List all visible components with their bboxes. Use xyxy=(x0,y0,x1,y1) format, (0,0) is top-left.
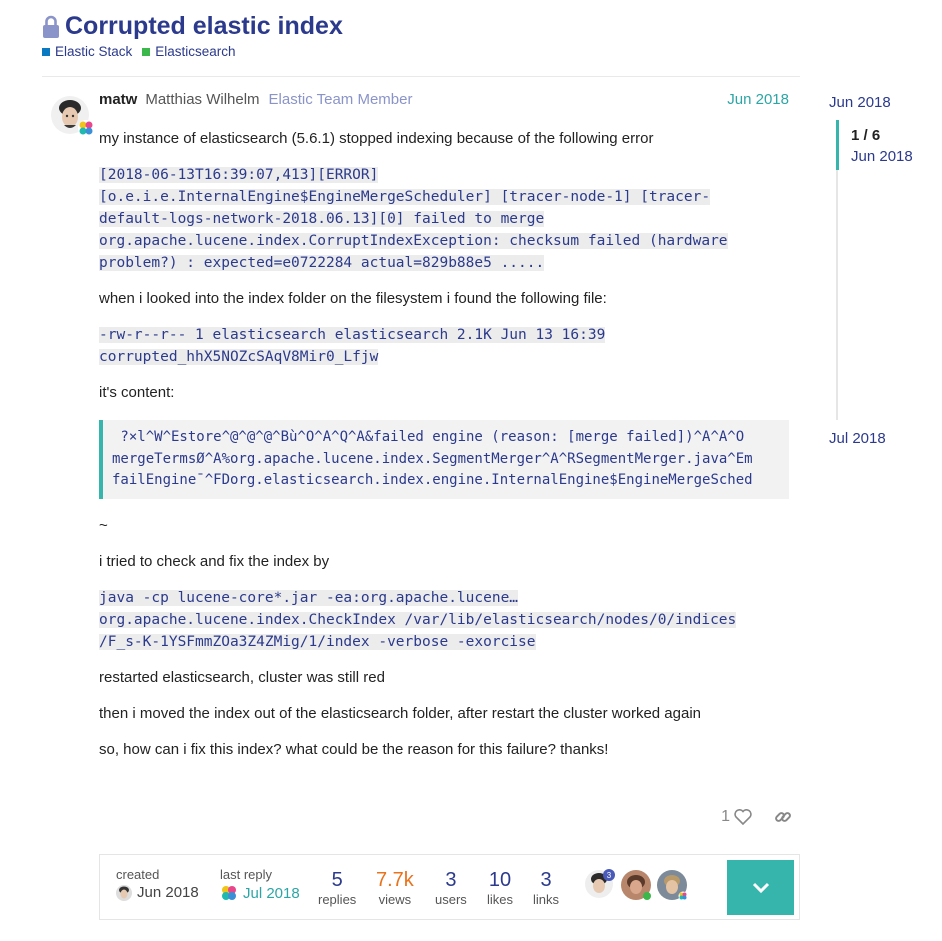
participant-post-count: 3 xyxy=(607,871,612,880)
post-paragraph: then i moved the index out of the elasti… xyxy=(99,704,701,722)
participant-avatar[interactable] xyxy=(620,869,652,901)
topic-map: created Jun 2018 last reply Jul 2018 5 r… xyxy=(99,854,800,920)
code-line: default-logs-network-2018.06.13][0] fail… xyxy=(99,211,545,227)
participant-avatar[interactable] xyxy=(656,869,688,901)
post-paragraph: my instance of elasticsearch (5.6.1) sto… xyxy=(99,130,654,147)
code-block[interactable]: ?×l^W^Estore^@^@^@^Bù^O^A^Q^A&failed eng… xyxy=(99,420,789,499)
lock-icon xyxy=(43,15,59,38)
stat-number: 3 xyxy=(540,869,552,891)
code-line: failEngine¯^FDorg.elasticsearch.index.en… xyxy=(112,472,753,488)
code-line: org.apache.lucene.index.CheckIndex /var/… xyxy=(99,611,737,628)
stat-replies[interactable]: 5 replies xyxy=(318,869,356,907)
link-icon[interactable] xyxy=(774,808,792,826)
participant-avatar[interactable]: 3 xyxy=(584,869,616,901)
post-paragraph: i tried to check and fix the index by xyxy=(99,552,330,570)
participant-avatars: 3 xyxy=(584,869,688,901)
stat-links[interactable]: 3 links xyxy=(533,869,559,907)
post-paragraph: restarted elasticsearch, cluster was sti… xyxy=(99,668,385,686)
code-line: -rw-r--r-- 1 elasticsearch elasticsearch… xyxy=(99,327,606,343)
timeline-end-date[interactable]: Jul 2018 xyxy=(829,430,886,447)
post-paragraph: so, how can i fix this index? what could… xyxy=(99,740,609,758)
category-elasticsearch[interactable]: Elasticsearch xyxy=(142,44,236,59)
stat-number: 3 xyxy=(445,869,457,891)
code-line: ?×l^W^Estore^@^@^@^Bù^O^A^Q^A&failed eng… xyxy=(112,429,745,445)
timeline-post-count: 1 / 6 xyxy=(851,127,881,144)
created-date: Jun 2018 xyxy=(137,884,199,901)
stat-label: links xyxy=(533,892,560,907)
post-body: my instance of elasticsearch (5.6.1) sto… xyxy=(99,128,789,775)
stat-number: 7.7k xyxy=(376,869,414,891)
category-label: Elastic Stack xyxy=(55,44,133,59)
stat-number: 10 xyxy=(488,869,512,891)
last-reply-info[interactable]: last reply Jul 2018 xyxy=(220,867,300,902)
created-label: created xyxy=(116,867,160,882)
elastic-logo-icon xyxy=(222,886,236,900)
last-reply-label: last reply xyxy=(220,867,273,882)
stat-likes[interactable]: 10 likes xyxy=(487,869,513,907)
category-color-square xyxy=(42,47,50,56)
timeline-current-date: Jun 2018 xyxy=(851,148,913,165)
code-line: problem?) : expected=e0722284 actual=829… xyxy=(99,255,545,271)
topic-tags: Elastic Stack Elasticsearch xyxy=(42,44,236,59)
username[interactable]: matw xyxy=(99,91,137,108)
code-line: corrupted_hhX5NOZcSAqV8Mir0_Lfjw xyxy=(99,349,379,365)
code-line: [2018-06-13T16:39:07,413][ERROR] xyxy=(99,167,379,183)
chevron-down-icon xyxy=(752,882,769,893)
post-header: matw Matthias Wilhelm Elastic Team Membe… xyxy=(99,91,789,108)
category-elastic-stack[interactable]: Elastic Stack xyxy=(42,44,132,59)
code-line: org.apache.lucene.index.CorruptIndexExce… xyxy=(99,233,728,249)
heart-icon xyxy=(734,809,752,825)
category-color-square xyxy=(142,47,151,56)
expand-topic-map-button[interactable] xyxy=(727,860,794,915)
post-actions: 1 xyxy=(700,803,792,831)
timeline-start-date[interactable]: Jun 2018 xyxy=(829,94,891,111)
stat-label: likes xyxy=(487,892,514,907)
inline-code-command: java -cp lucene-core*.jar -ea:org.apache… xyxy=(99,587,789,653)
code-line: /F_s-K-1YSFmmZOa3Z4ZMig/1/index -verbose… xyxy=(99,633,536,650)
topic-title-row: Corrupted elastic index xyxy=(42,12,343,41)
title-divider xyxy=(42,76,800,77)
post-paragraph: it's content: xyxy=(99,384,175,401)
like-button[interactable]: 1 xyxy=(721,808,752,826)
user-title: Elastic Team Member xyxy=(268,91,413,108)
created-info[interactable]: created Jun 2018 xyxy=(116,867,199,901)
stat-label: replies xyxy=(318,892,357,907)
inline-code-error: [2018-06-13T16:39:07,413][ERROR] [o.e.i.… xyxy=(99,164,789,274)
stat-label: users xyxy=(435,892,467,907)
timeline-scroll-handle[interactable] xyxy=(836,120,839,170)
full-name[interactable]: Matthias Wilhelm xyxy=(145,91,259,108)
inline-code-file: -rw-r--r-- 1 elasticsearch elasticsearch… xyxy=(99,324,789,368)
last-reply-date: Jul 2018 xyxy=(243,884,300,902)
stat-views: 7.7k views xyxy=(376,869,414,907)
topic-title[interactable]: Corrupted elastic index xyxy=(65,12,343,41)
stat-users[interactable]: 3 users xyxy=(435,869,467,907)
creator-avatar xyxy=(116,884,132,901)
like-count: 1 xyxy=(721,808,730,825)
post-paragraph: ~ xyxy=(99,516,108,534)
post-date[interactable]: Jun 2018 xyxy=(727,91,789,108)
post-paragraph: when i looked into the index folder on t… xyxy=(99,290,607,307)
stat-number: 5 xyxy=(331,869,343,891)
category-label: Elasticsearch xyxy=(155,44,236,59)
code-line: [o.e.i.e.InternalEngine$EngineMergeSched… xyxy=(99,189,711,205)
user-avatar[interactable] xyxy=(50,95,94,139)
stat-label: views xyxy=(378,892,412,907)
code-line: java -cp lucene-core*.jar -ea:org.apache… xyxy=(99,589,519,606)
code-line: mergeTermsØ^A%org.apache.lucene.index.Se… xyxy=(112,450,753,467)
